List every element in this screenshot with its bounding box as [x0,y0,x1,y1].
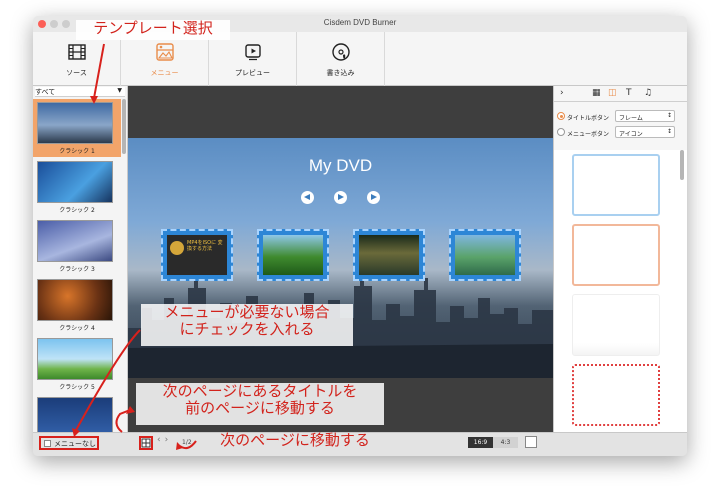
annotation-next-page-hint: 次のページに移動する [220,431,370,449]
annotation-no-menu-hint: メニューが必要ない場合 にチェックを入れる [141,303,353,346]
annotation-move-title-hint: 次のページにあるタイトルを 前のページに移動する [136,382,384,425]
annotation-move-title-line-2: 前のページに移動する [185,399,335,418]
annotation-arrows [72,43,197,450]
annotation-no-menu-line-2: にチェックを入れる [179,320,315,339]
annotation-no-menu-line-1: メニューが必要ない場合 [164,303,330,321]
annotation-move-title-line-1: 次のページにあるタイトルを [162,382,358,400]
